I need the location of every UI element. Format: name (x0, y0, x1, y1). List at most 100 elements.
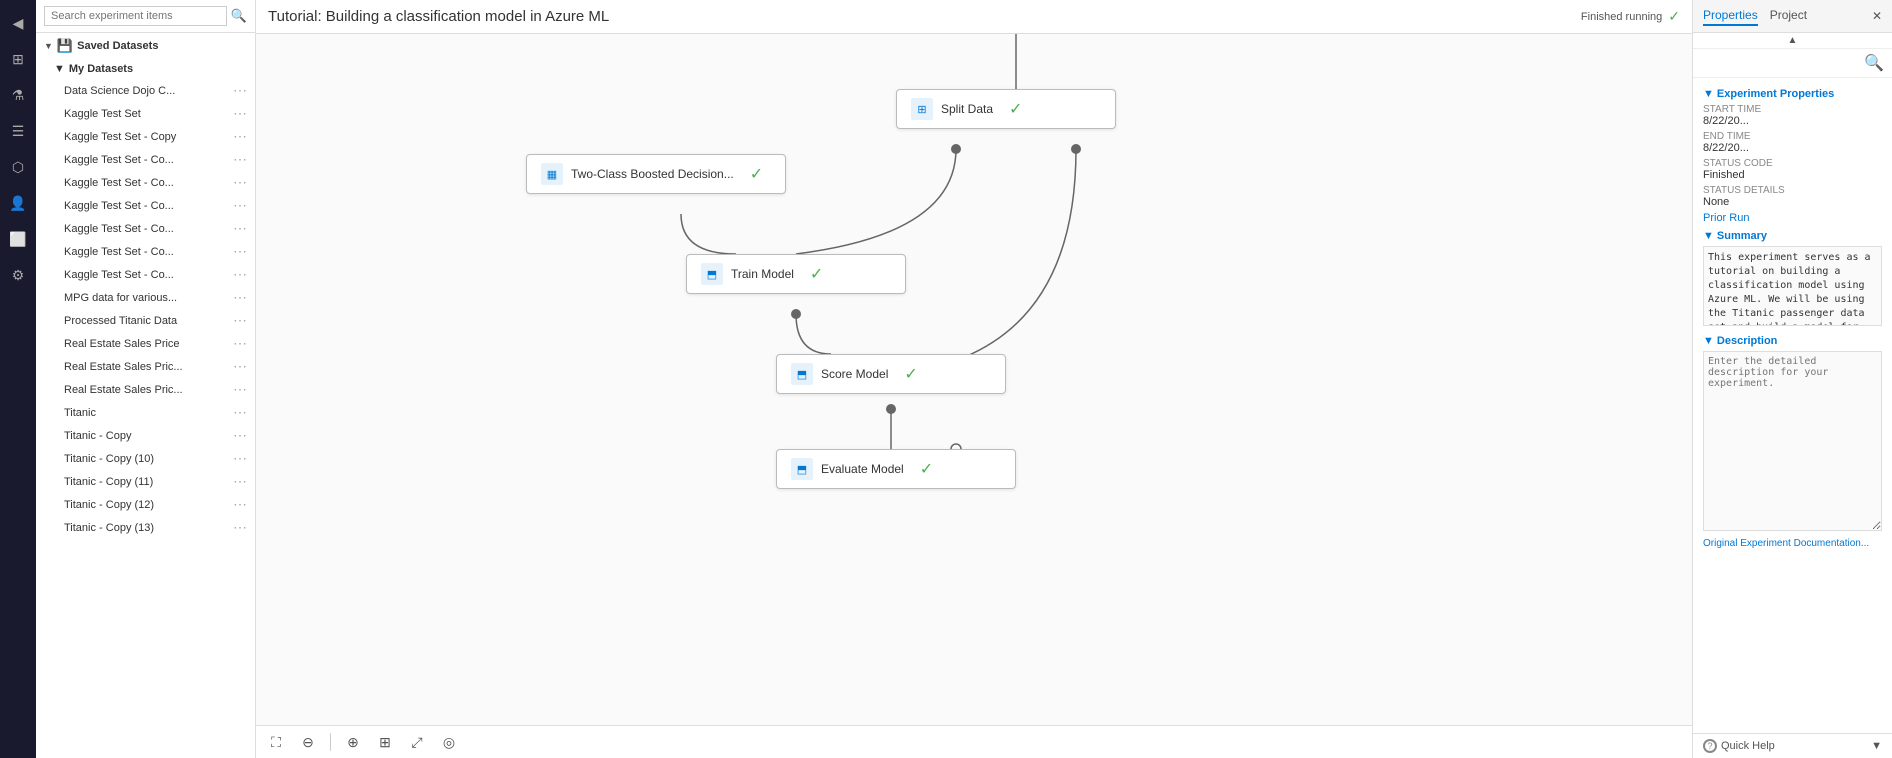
quick-help-section[interactable]: ? Quick Help ▼ (1693, 733, 1892, 758)
list-item[interactable]: Kaggle Test Set - Co...⋯ (36, 148, 255, 171)
two-class-node[interactable]: ▦ Two-Class Boosted Decision... ✓ (526, 154, 786, 194)
item-menu-icon[interactable]: ⋯ (233, 404, 247, 421)
list-item[interactable]: Kaggle Test Set - Co...⋯ (36, 263, 255, 286)
doc-link[interactable]: Original Experiment Documentation... (1703, 538, 1882, 549)
score-model-check-icon: ✓ (904, 364, 917, 384)
properties-content: ▼ Experiment Properties START TIME 8/22/… (1693, 78, 1892, 733)
item-menu-icon[interactable]: ⋯ (233, 519, 247, 536)
evaluate-model-node[interactable]: ⬒ Evaluate Model ✓ (776, 449, 1016, 489)
item-menu-icon[interactable]: ⋯ (233, 82, 247, 99)
search-input[interactable] (44, 6, 227, 26)
item-menu-icon[interactable]: ⋯ (233, 128, 247, 145)
item-menu-icon[interactable]: ⋯ (233, 105, 247, 122)
item-menu-icon[interactable]: ⋯ (233, 266, 247, 283)
sidebar-list: ▼ 💾 Saved Datasets ▼ My Datasets Data Sc… (36, 33, 255, 758)
trained-models-icon[interactable]: ⬡ (3, 152, 33, 182)
item-menu-icon[interactable]: ⋯ (233, 450, 247, 467)
my-datasets-header[interactable]: ▼ My Datasets (36, 59, 255, 79)
evaluate-model-check-icon: ✓ (920, 459, 933, 479)
list-item[interactable]: Kaggle Test Set - Co...⋯ (36, 217, 255, 240)
summary-text[interactable]: This experiment serves as a tutorial on … (1703, 246, 1882, 326)
item-menu-icon[interactable]: ⋯ (233, 174, 247, 191)
item-menu-icon[interactable]: ⋯ (233, 289, 247, 306)
saved-datasets-icon: 💾 (57, 38, 73, 54)
experiments-icon[interactable]: ⚗ (3, 80, 33, 110)
train-model-node[interactable]: ⬒ Train Model ✓ (686, 254, 906, 294)
list-item[interactable]: Kaggle Test Set - Copy⋯ (36, 125, 255, 148)
split-data-check-icon: ✓ (1009, 99, 1022, 119)
list-item[interactable]: Real Estate Sales Pric...⋯ (36, 378, 255, 401)
split-data-node[interactable]: ⊞ Split Data ✓ (896, 89, 1116, 129)
quick-help-circle-icon: ? (1703, 739, 1717, 753)
expand-button[interactable]: ⤢ (405, 730, 429, 754)
settings-icon[interactable]: ⚙ (3, 260, 33, 290)
item-menu-icon[interactable]: ⋯ (233, 335, 247, 352)
zoom-out-button[interactable]: ⊖ (296, 730, 320, 754)
people-icon[interactable]: 👤 (3, 188, 33, 218)
list-item[interactable]: Data Science Dojo C...⋯ (36, 79, 255, 102)
split-data-icon: ⊞ (911, 98, 933, 120)
circle-button[interactable]: ◎ (437, 730, 461, 754)
list-item[interactable]: Kaggle Test Set - Co...⋯ (36, 240, 255, 263)
item-menu-icon[interactable]: ⋯ (233, 151, 247, 168)
tab-properties[interactable]: Properties (1703, 6, 1758, 26)
list-item[interactable]: Titanic - Copy⋯ (36, 424, 255, 447)
data-icon[interactable]: ☰ (3, 116, 33, 146)
two-class-check-icon: ✓ (750, 164, 763, 184)
list-item[interactable]: Titanic⋯ (36, 401, 255, 424)
separator-btn (330, 733, 331, 751)
item-menu-icon[interactable]: ⋯ (233, 197, 247, 214)
canvas[interactable]: ⊞ Split Data ✓ ▦ Two-Class Boosted Decis… (256, 34, 1692, 725)
item-menu-icon[interactable]: ⋯ (233, 358, 247, 375)
saved-datasets-header[interactable]: ▼ 💾 Saved Datasets (36, 33, 255, 59)
fit-button[interactable]: ⛶ (264, 730, 288, 754)
status-details-value: None (1703, 196, 1882, 208)
panel-close-icon[interactable]: ✕ (1872, 9, 1882, 23)
status-text: Finished running (1581, 11, 1662, 23)
quick-help-chevron-icon: ▼ (1871, 740, 1882, 752)
list-item[interactable]: MPG data for various...⋯ (36, 286, 255, 309)
svg-text:▦: ▦ (547, 169, 557, 181)
item-menu-icon[interactable]: ⋯ (233, 220, 247, 237)
evaluate-model-icon: ⬒ (791, 458, 813, 480)
modules-icon[interactable]: ⬜ (3, 224, 33, 254)
item-menu-icon[interactable]: ⋯ (233, 312, 247, 329)
titanic-copy-13-item[interactable]: Titanic - Copy (13)⋯ (36, 516, 255, 539)
list-item[interactable]: Titanic - Copy (11)⋯ (36, 470, 255, 493)
search-icon[interactable]: 🔍 (231, 8, 247, 24)
zoom-in-button[interactable]: ⊕ (341, 730, 365, 754)
list-item[interactable]: Real Estate Sales Pric...⋯ (36, 355, 255, 378)
item-menu-icon[interactable]: ⋯ (233, 496, 247, 513)
list-item[interactable]: Titanic - Copy (12)⋯ (36, 493, 255, 516)
score-model-node[interactable]: ⬒ Score Model ✓ (776, 354, 1006, 394)
collapse-icon[interactable]: ◀ (3, 8, 33, 38)
list-item[interactable]: Titanic - Copy (10)⋯ (36, 447, 255, 470)
list-item[interactable]: Kaggle Test Set - Co...⋯ (36, 171, 255, 194)
item-menu-icon[interactable]: ⋯ (233, 243, 247, 260)
table-view-button[interactable]: ⊞ (373, 730, 397, 754)
home-icon[interactable]: ⊞ (3, 44, 33, 74)
processed-titanic-item[interactable]: Processed Titanic Data⋯ (36, 309, 255, 332)
item-menu-icon[interactable]: ⋯ (233, 381, 247, 398)
right-search-bar: 🔍 (1693, 49, 1892, 78)
quick-help-label: Quick Help (1721, 740, 1775, 752)
tab-project[interactable]: Project (1770, 6, 1807, 26)
status-code-label: STATUS CODE (1703, 158, 1882, 169)
description-triangle-icon: ▼ (1703, 335, 1714, 347)
item-menu-icon[interactable]: ⋯ (233, 427, 247, 444)
description-textarea[interactable] (1703, 351, 1882, 531)
item-menu-icon[interactable]: ⋯ (233, 473, 247, 490)
sidebar-search-bar: 🔍 (36, 0, 255, 33)
scroll-up-arrow[interactable]: ▲ (1693, 33, 1892, 49)
right-search-icon[interactable]: 🔍 (1864, 53, 1884, 73)
list-item[interactable]: Real Estate Sales Price⋯ (36, 332, 255, 355)
score-model-label: Score Model (821, 367, 888, 381)
list-item[interactable]: Kaggle Test Set⋯ (36, 102, 255, 125)
saved-datasets-label: Saved Datasets (77, 40, 158, 52)
list-item[interactable]: Kaggle Test Set - Co...⋯ (36, 194, 255, 217)
main-area: Tutorial: Building a classification mode… (256, 0, 1692, 758)
prior-run-link[interactable]: Prior Run (1703, 212, 1882, 224)
properties-panel: Properties Project ✕ ▲ 🔍 ▼ Experiment Pr… (1692, 0, 1892, 758)
two-class-icon: ▦ (541, 163, 563, 185)
end-time-label: END TIME (1703, 131, 1882, 142)
